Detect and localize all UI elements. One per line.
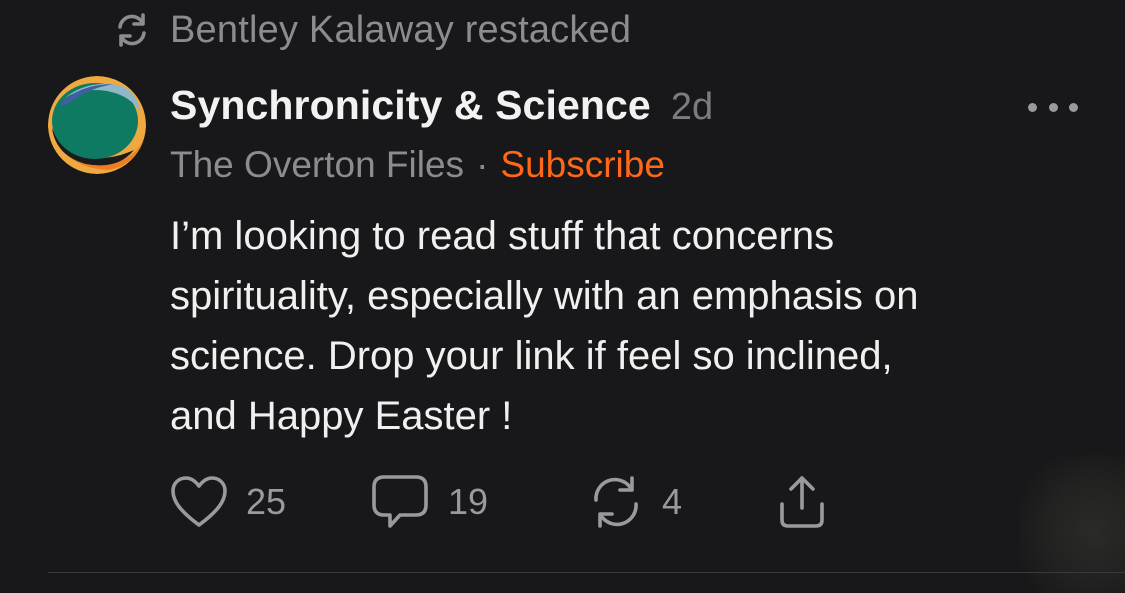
avatar-logo-icon — [48, 76, 146, 174]
post-body[interactable]: I’m looking to read stuff that concerns … — [170, 206, 1070, 446]
restack-count: 4 — [662, 481, 683, 522]
like-button[interactable]: 25 — [170, 475, 370, 529]
like-count: 25 — [246, 481, 287, 522]
more-dot — [1048, 102, 1058, 112]
post-divider — [48, 572, 1125, 573]
comment-button[interactable]: 19 — [370, 473, 588, 531]
subscribe-link[interactable]: Subscribe — [500, 144, 665, 186]
publication-avatar[interactable] — [48, 76, 146, 174]
post-age: 2d — [670, 86, 714, 128]
comment-count: 19 — [448, 481, 489, 522]
restacked-by-text: Bentley Kalaway restacked — [170, 8, 632, 51]
publication-name[interactable]: The Overton Files — [170, 144, 464, 186]
publication-title[interactable]: Synchronicity & Science — [170, 82, 651, 129]
restack-button[interactable]: 4 — [588, 476, 774, 528]
action-bar: 25 19 4 — [170, 474, 830, 530]
share-icon — [780, 476, 824, 528]
restacked-post: Bentley Kalaway restacked Synchronicity … — [0, 0, 1125, 593]
more-dot — [1028, 102, 1037, 112]
heart-icon — [171, 476, 227, 527]
publication-subline: The Overton Files · Subscribe — [170, 144, 665, 186]
restack-icon — [594, 476, 638, 528]
separator: · — [476, 144, 489, 185]
restack-attribution[interactable]: Bentley Kalaway restacked — [112, 6, 631, 54]
more-dot — [1069, 102, 1078, 112]
restack-icon — [118, 13, 146, 47]
more-options-button[interactable] — [1028, 98, 1078, 116]
comment-icon — [372, 475, 428, 528]
share-button[interactable] — [774, 474, 830, 530]
post-header: Synchronicity & Science 2d — [170, 82, 713, 129]
